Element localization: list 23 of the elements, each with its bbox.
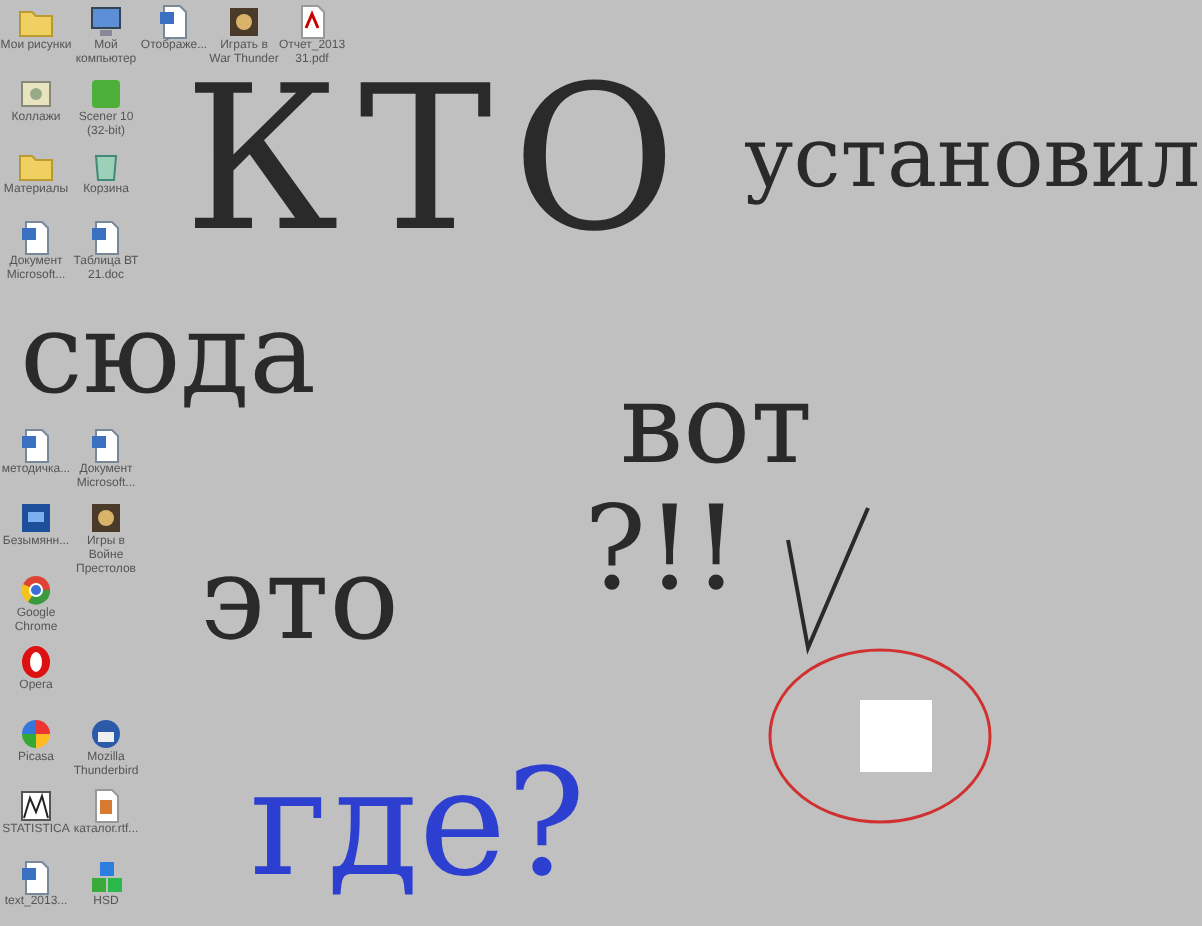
handwritten-text: установил [744,116,1201,200]
handwritten-text: где? [250,750,586,898]
graph-icon[interactable] [18,788,54,824]
photo-icon[interactable] [18,76,54,112]
game-icon[interactable] [226,4,262,40]
blank-square [860,700,932,772]
document-icon[interactable] [18,428,54,464]
browser-icon[interactable] [18,572,54,608]
handwritten-text: ?!! [584,490,740,606]
document-icon[interactable] [18,860,54,896]
document-icon[interactable] [18,220,54,256]
document-icon[interactable] [88,220,124,256]
bird-envelope-icon[interactable] [88,716,124,752]
handwritten-text: сюда [20,300,316,412]
pinwheel-icon[interactable] [18,716,54,752]
image-editor-icon[interactable] [18,500,54,536]
game-icon[interactable] [88,500,124,536]
document-icon[interactable] [88,428,124,464]
handwritten-text: вот [620,370,813,482]
computer-icon[interactable] [88,4,124,40]
browser-icon[interactable] [18,644,54,680]
handwritten-text: это [200,540,399,656]
document-icon[interactable] [156,4,192,40]
